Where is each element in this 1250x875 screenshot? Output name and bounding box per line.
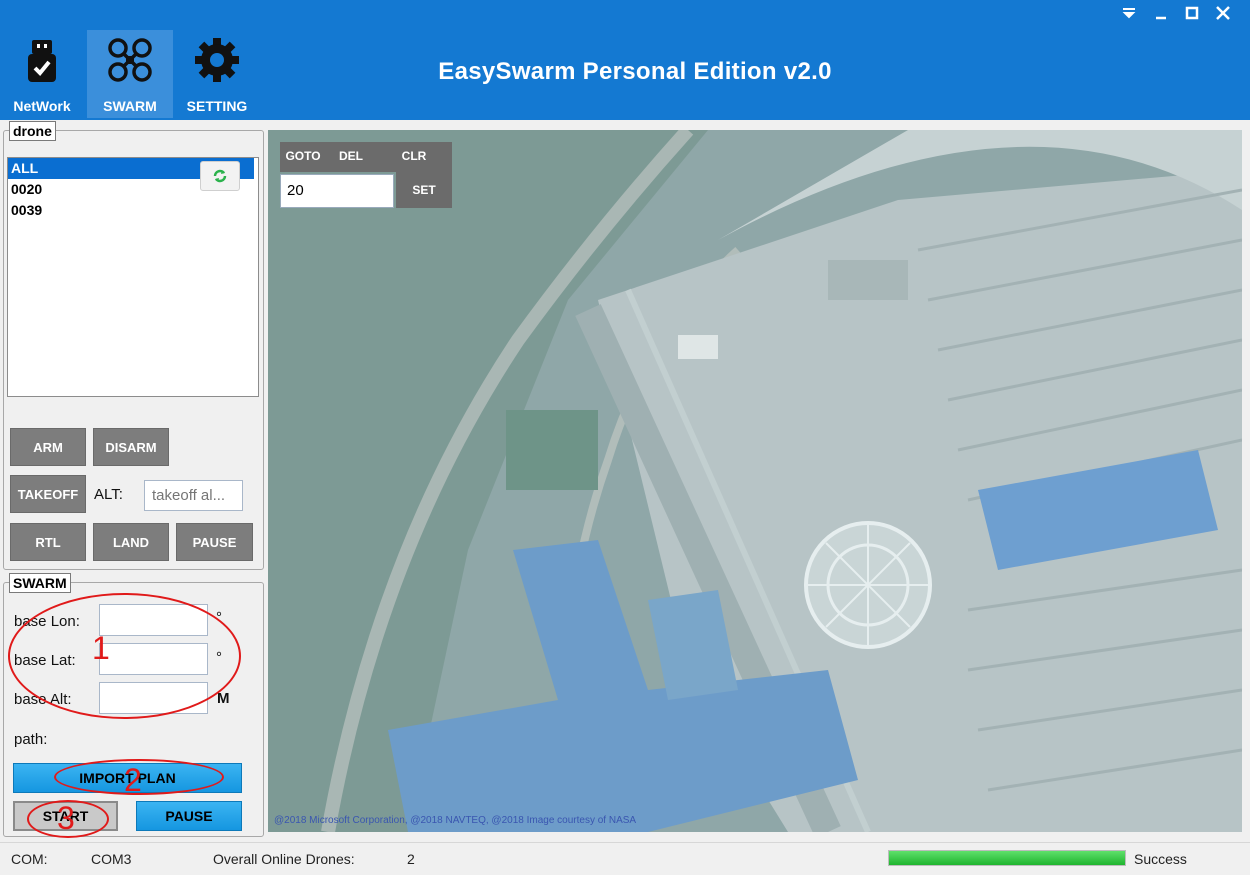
- pause-button[interactable]: PAUSE: [176, 523, 253, 561]
- app-title: EasySwarm Personal Edition v2.0: [438, 58, 832, 85]
- nav-swarm-label: SWARM: [103, 98, 157, 114]
- delete-button[interactable]: DEL: [326, 142, 376, 172]
- progress-bar: [888, 850, 1126, 866]
- clear-button[interactable]: CLR: [376, 142, 452, 172]
- takeoff-button[interactable]: TAKEOFF: [10, 475, 86, 513]
- takeoff-altitude-input[interactable]: [144, 480, 243, 511]
- swarm-group-title: SWARM: [9, 573, 71, 593]
- drone-group: drone ALL 0020 0039 ARM DISARM TAKEOFF A…: [3, 121, 264, 570]
- annotation-number-3: 3: [57, 800, 75, 836]
- status-text: Success: [1134, 851, 1187, 867]
- drone-list[interactable]: ALL 0020 0039: [7, 157, 259, 397]
- drone-list-item[interactable]: 0039: [8, 200, 258, 221]
- annotation-number-2: 2: [124, 762, 142, 798]
- goto-button[interactable]: GOTO: [280, 142, 326, 172]
- dropdown-icon[interactable]: [1118, 4, 1140, 26]
- arm-button[interactable]: ARM: [10, 428, 86, 466]
- nav-setting-label: SETTING: [186, 98, 248, 114]
- close-icon[interactable]: [1212, 4, 1234, 26]
- refresh-icon: [213, 169, 227, 183]
- swarm-pause-button[interactable]: PAUSE: [136, 801, 242, 831]
- rtl-button[interactable]: RTL: [10, 523, 86, 561]
- com-value: COM3: [91, 851, 132, 867]
- set-button[interactable]: SET: [396, 172, 452, 208]
- online-drones-value: 2: [407, 851, 415, 867]
- annotation-ellipse-1: [8, 593, 241, 719]
- title-bar: NetWork SWARM SETTING EasySwarm Personal: [0, 0, 1250, 120]
- status-bar: COM: COM3 Overall Online Drones: 2 Succe…: [0, 842, 1250, 875]
- online-drones-label: Overall Online Drones:: [213, 851, 355, 867]
- satellite-imagery: [268, 130, 1242, 832]
- alt-label: ALT:: [94, 486, 123, 503]
- disarm-button[interactable]: DISARM: [93, 428, 169, 466]
- map-copyright: @2018 Microsoft Corporation, @2018 NAVTE…: [274, 815, 637, 826]
- drone-group-title: drone: [9, 121, 56, 141]
- nav-network-label: NetWork: [13, 98, 71, 114]
- com-label: COM:: [11, 851, 48, 867]
- annotation-number-1: 1: [92, 630, 110, 666]
- path-label: path:: [14, 731, 48, 748]
- refresh-button[interactable]: [200, 161, 240, 191]
- progress-fill: [889, 851, 1125, 865]
- maximize-icon[interactable]: [1181, 4, 1203, 26]
- land-button[interactable]: LAND: [93, 523, 169, 561]
- minimize-icon[interactable]: [1150, 4, 1172, 26]
- satellite-map[interactable]: GOTO DEL CLR 20 SET @2018 Microsoft Corp…: [268, 130, 1242, 832]
- goto-value-input[interactable]: 20: [280, 174, 394, 208]
